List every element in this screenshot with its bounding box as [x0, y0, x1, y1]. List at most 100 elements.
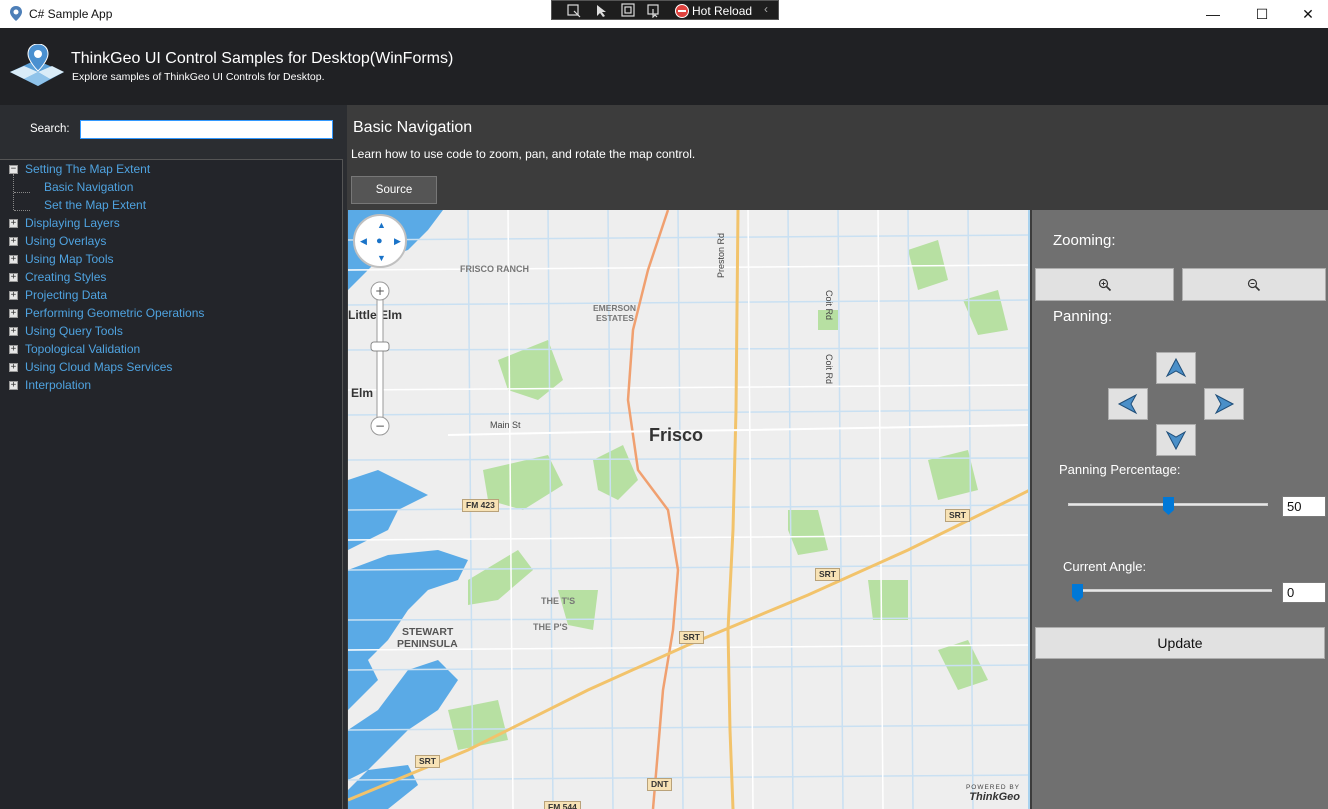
- current-angle-label: Current Angle:: [1063, 559, 1147, 574]
- pan-left-button[interactable]: [1108, 388, 1148, 420]
- expand-icon[interactable]: +: [9, 291, 18, 300]
- tree-item-using-overlays[interactable]: + Using Overlays: [0, 232, 340, 250]
- pan-center-icon[interactable]: ●: [376, 236, 383, 247]
- tree-item-performing-geometric-operations[interactable]: + Performing Geometric Operations: [0, 304, 340, 322]
- tree-item-label: Using Cloud Maps Services: [25, 360, 173, 374]
- highway-shield-srt: SRT: [945, 509, 970, 522]
- zoom-in-button[interactable]: [1035, 268, 1174, 301]
- pan-down-icon[interactable]: ▼: [377, 254, 386, 263]
- live-visual-tree-icon[interactable]: [566, 3, 582, 18]
- sample-description: Learn how to use code to zoom, pan, and …: [351, 147, 696, 161]
- panning-label: Panning:: [1053, 308, 1113, 325]
- thinkgeo-attribution: POWERED BY ThinkGeo: [966, 784, 1020, 803]
- pan-right-button[interactable]: [1204, 388, 1244, 420]
- current-angle-value[interactable]: 0: [1282, 582, 1326, 603]
- thinkgeo-brand-label: ThinkGeo: [969, 791, 1020, 803]
- tree-item-basic-navigation[interactable]: Basic Navigation: [0, 178, 340, 196]
- map-control[interactable]: FRISCO RANCH EMERSON ESTATES Little Elm …: [348, 210, 1030, 809]
- svg-text:−: −: [375, 419, 385, 433]
- map-label-the-ps: THE P'S: [533, 622, 568, 632]
- tree-item-label: Using Map Tools: [25, 252, 114, 266]
- pan-up-icon[interactable]: ▲: [377, 221, 386, 230]
- highway-shield-srt: SRT: [815, 568, 840, 581]
- update-button[interactable]: Update: [1035, 627, 1325, 659]
- tree-item-setting-the-map-extent[interactable]: − Setting The Map Extent: [0, 160, 340, 178]
- zoom-out-button[interactable]: [1182, 268, 1326, 301]
- expand-icon[interactable]: +: [9, 219, 18, 228]
- title-bar: C# Sample App Hot Reload ‹ — ☐ ✕: [0, 0, 1328, 28]
- tree-item-displaying-layers[interactable]: + Displaying Layers: [0, 214, 340, 232]
- debug-toolbar: Hot Reload ‹: [551, 0, 779, 20]
- pan-control[interactable]: ▲ ▼ ◀ ▶ ●: [353, 214, 407, 268]
- expand-icon[interactable]: +: [9, 255, 18, 264]
- expand-icon[interactable]: +: [9, 273, 18, 282]
- tree-item-using-query-tools[interactable]: + Using Query Tools: [0, 322, 340, 340]
- pan-left-icon[interactable]: ◀: [360, 237, 367, 246]
- zoom-out-icon: [1247, 278, 1261, 291]
- expand-icon[interactable]: +: [9, 327, 18, 336]
- map-tiles: [348, 210, 1028, 809]
- collapse-icon[interactable]: −: [9, 165, 18, 174]
- panning-percentage-label: Panning Percentage:: [1059, 462, 1181, 477]
- arrow-right-icon: [1214, 393, 1235, 415]
- tree-item-creating-styles[interactable]: + Creating Styles: [0, 268, 340, 286]
- hot-reload-button[interactable]: Hot Reload: [675, 2, 752, 19]
- tree-item-label: Interpolation: [25, 378, 92, 392]
- search-label: Search:: [30, 123, 70, 135]
- expand-icon[interactable]: +: [9, 309, 18, 318]
- tree-item-label: Topological Validation: [25, 342, 141, 356]
- panning-percentage-value[interactable]: 50: [1282, 496, 1326, 517]
- app-header: ThinkGeo UI Control Samples for Desktop(…: [0, 28, 1328, 105]
- header-title: ThinkGeo UI Control Samples for Desktop(…: [71, 50, 454, 67]
- tree-item-label: Using Overlays: [25, 234, 107, 248]
- map-label-main-st: Main St: [490, 420, 521, 430]
- app-window: C# Sample App Hot Reload ‹ — ☐ ✕ ThinkGe…: [0, 0, 1328, 809]
- expand-icon[interactable]: +: [9, 345, 18, 354]
- pan-up-button[interactable]: [1156, 352, 1196, 384]
- tree-item-using-map-tools[interactable]: + Using Map Tools: [0, 250, 340, 268]
- arrow-left-icon: [1117, 393, 1138, 415]
- map-label-frisco-ranch: FRISCO RANCH: [460, 264, 529, 274]
- powered-by-label: POWERED BY: [965, 784, 1020, 791]
- tree-item-set-the-map-extent[interactable]: Set the Map Extent: [0, 196, 340, 214]
- zooming-label: Zooming:: [1053, 232, 1116, 249]
- panning-percentage-slider-thumb[interactable]: [1163, 497, 1174, 515]
- tree-item-label: Displaying Layers: [25, 216, 120, 230]
- expand-icon[interactable]: +: [9, 363, 18, 372]
- map-label-coit-rd-2: Coit Rd: [824, 354, 834, 385]
- tree-item-label: Basic Navigation: [44, 180, 134, 194]
- maximize-button[interactable]: ☐: [1239, 0, 1285, 28]
- display-layout-adorners-icon[interactable]: [620, 3, 636, 18]
- highway-shield-srt: SRT: [415, 755, 440, 768]
- collapse-chevron-icon[interactable]: ‹: [764, 2, 768, 16]
- search-input[interactable]: [80, 120, 333, 139]
- tree-item-label: Performing Geometric Operations: [25, 306, 205, 320]
- pan-right-icon[interactable]: ▶: [394, 237, 401, 246]
- track-focused-element-icon[interactable]: [646, 3, 662, 19]
- current-angle-slider-thumb[interactable]: [1072, 584, 1083, 602]
- source-button[interactable]: Source: [351, 176, 437, 204]
- tree-item-interpolation[interactable]: + Interpolation: [0, 376, 340, 394]
- sample-title: Basic Navigation: [353, 119, 473, 136]
- arrow-up-icon: [1165, 357, 1187, 378]
- tree-item-using-cloud-maps-services[interactable]: + Using Cloud Maps Services: [0, 358, 340, 376]
- minimize-button[interactable]: —: [1190, 0, 1236, 28]
- current-angle-track[interactable]: [1072, 589, 1272, 592]
- select-element-icon[interactable]: [594, 3, 610, 18]
- map-label-preston-rd: Preston Rd: [716, 232, 726, 278]
- thinkgeo-logo-icon: [10, 44, 64, 86]
- close-button[interactable]: ✕: [1285, 0, 1328, 28]
- expand-icon[interactable]: +: [9, 237, 18, 246]
- zoom-in-icon: [1098, 278, 1111, 291]
- map-label-stewart: STEWART: [402, 626, 454, 638]
- sample-tree: − Setting The Map Extent Basic Navigatio…: [0, 159, 343, 809]
- tree-item-topological-validation[interactable]: + Topological Validation: [0, 340, 340, 358]
- tree-item-projecting-data[interactable]: + Projecting Data: [0, 286, 340, 304]
- pan-down-button[interactable]: [1156, 424, 1196, 456]
- zoom-bar[interactable]: + −: [370, 280, 390, 440]
- tree-item-label: Projecting Data: [25, 288, 108, 302]
- sidebar: Search: − Setting The Map Extent Basic N…: [0, 105, 347, 809]
- expand-icon[interactable]: +: [9, 381, 18, 390]
- arrow-down-icon: [1165, 430, 1187, 451]
- hot-reload-label: Hot Reload: [692, 3, 753, 18]
